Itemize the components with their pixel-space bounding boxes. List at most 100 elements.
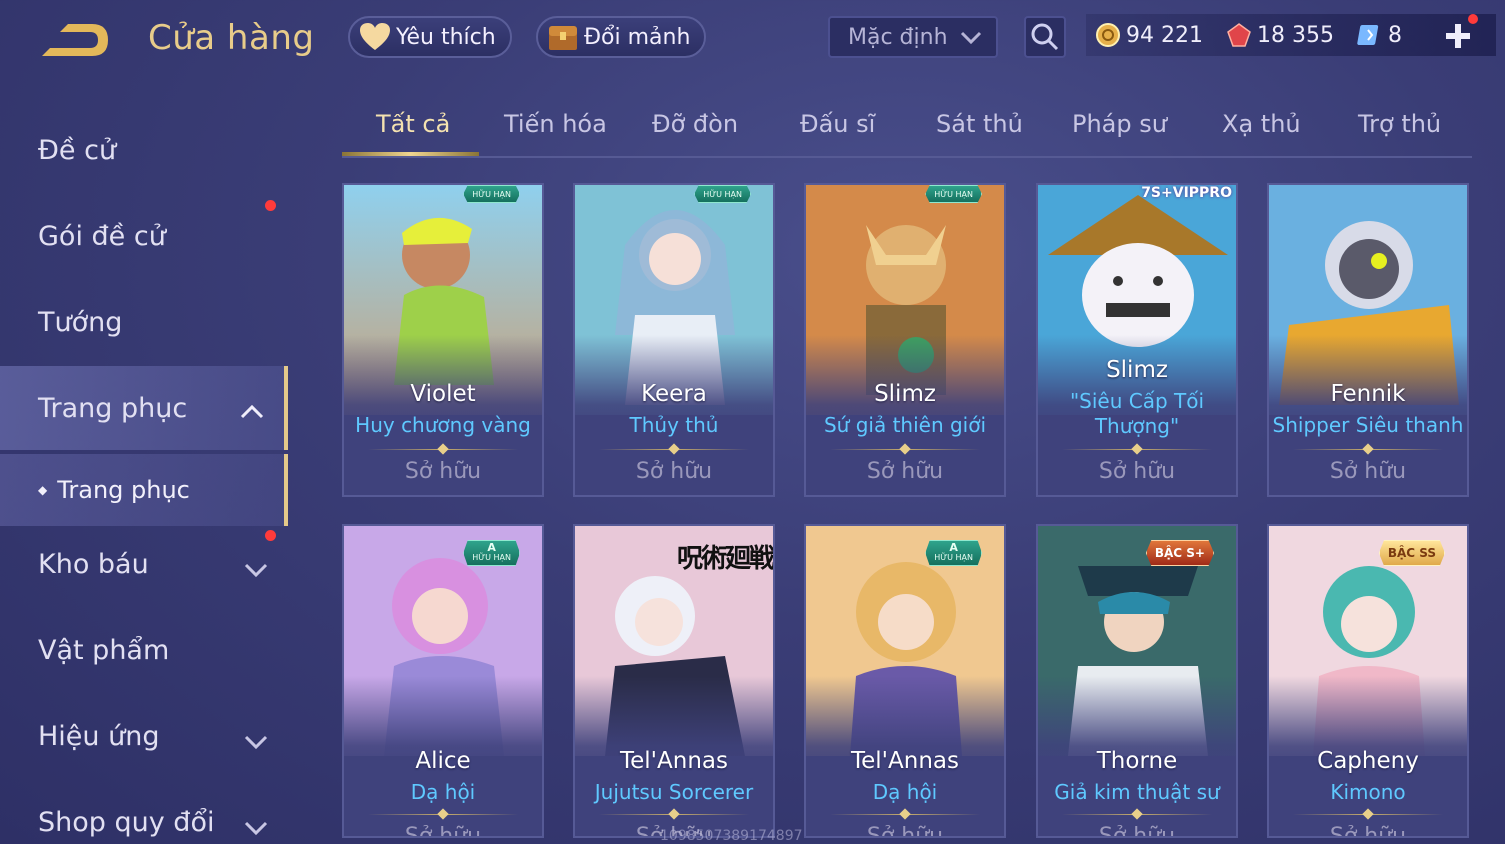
chevron-down-icon	[244, 812, 268, 843]
owned-label: Sở hữu	[866, 459, 944, 484]
tier-badge: BẬC SS	[1378, 540, 1445, 566]
jujutsu-logo: 呪術廻戦	[676, 544, 773, 574]
owned-label: Sở hữu	[866, 824, 944, 838]
sidebar-item-recommended[interactable]: Đề cử	[0, 110, 288, 190]
tab-fighter[interactable]: Đấu sĩ	[800, 110, 875, 138]
hero-name: Tel'Annas	[851, 748, 959, 774]
sidebar-item-items[interactable]: Vật phẩm	[0, 610, 288, 690]
hero-name: Capheny	[1317, 748, 1419, 774]
voucher-value: 8	[1387, 22, 1402, 48]
page-title: Cửa hàng	[148, 18, 315, 58]
skin-card[interactable]: BẬC SS Capheny Kimono Sở hữu	[1267, 524, 1469, 838]
tab-marksman[interactable]: Xạ thủ	[1222, 110, 1301, 138]
hero-name: Keera	[641, 381, 707, 407]
chest-icon	[546, 20, 580, 54]
plus-icon	[1446, 24, 1470, 48]
sidebar-item-heroes[interactable]: Tướng	[0, 282, 288, 362]
sidebar-item-label: Kho báu	[38, 548, 149, 580]
sidebar-item-exchange-shop[interactable]: Shop quy đổi	[0, 782, 288, 844]
sidebar-item-skins[interactable]: Trang phục	[0, 366, 288, 450]
sidebar-item-label: Đề cử	[38, 134, 117, 166]
add-currency-button[interactable]	[1442, 20, 1474, 52]
chevron-down-icon	[960, 28, 982, 53]
gem-currency: 18 355	[1225, 21, 1334, 49]
owned-label: Sở hữu	[1329, 459, 1407, 484]
sidebar-item-label: Gói đề cử	[38, 220, 166, 252]
skin-card[interactable]: A HỮU HẠN Tel'Annas Dạ hội Sở hữu	[804, 524, 1006, 838]
skin-card[interactable]: BẬC S+ Thorne Giả kim thuật sư Sở hữu	[1036, 524, 1238, 838]
search-icon	[1031, 23, 1059, 51]
sort-dropdown[interactable]: Mặc định	[828, 16, 998, 58]
skin-name: Shipper Siêu thanh	[1272, 413, 1464, 437]
skin-grid: HỮU HẠN Violet Huy chương vàng Sở hữu HỮ…	[342, 183, 1472, 844]
search-button[interactable]	[1024, 16, 1066, 58]
chevron-down-icon	[244, 554, 268, 585]
tab-tank[interactable]: Đỡ đòn	[652, 110, 738, 138]
active-tab-indicator	[342, 152, 479, 156]
category-tabs: Tất cả Tiến hóa Đỡ đòn Đấu sĩ Sát thủ Ph…	[342, 100, 1472, 158]
gold-value: 94 221	[1126, 22, 1203, 48]
sidebar-item-effects[interactable]: Hiệu ứng	[0, 696, 288, 776]
exchange-shards-button[interactable]: Đổi mảnh	[536, 16, 707, 58]
hero-name: Fennik	[1330, 381, 1406, 407]
owned-label: Sở hữu	[404, 459, 482, 484]
sidebar-item-treasure[interactable]: Kho báu	[0, 524, 288, 604]
skin-name: Thủy thủ	[629, 413, 719, 437]
exchange-label: Đổi mảnh	[584, 24, 691, 50]
back-arrow-icon	[42, 24, 108, 56]
chevron-up-icon	[240, 396, 264, 427]
skin-card[interactable]: 呪術廻戦 Tel'Annas Jujutsu Sorcerer Sở hữu	[573, 524, 775, 838]
skin-card[interactable]: A HỮU HẠN Alice Dạ hội Sở hữu	[342, 524, 544, 838]
sort-value: Mặc định	[848, 24, 948, 50]
limited-badge: HỮU HẠN	[694, 185, 751, 203]
sidebar-item-label: Tướng	[38, 306, 123, 338]
gem-value: 18 355	[1256, 22, 1334, 48]
skin-name-line2: Thượng"	[1094, 414, 1180, 438]
skin-tag: 7S+VIPPRO	[1141, 185, 1232, 201]
skin-card[interactable]: Fennik Shipper Siêu thanh Sở hữu	[1267, 183, 1469, 497]
hero-name: Slimz	[1106, 357, 1168, 383]
sidebar-subitem-skins[interactable]: ◆ Trang phục	[0, 454, 288, 526]
tab-support[interactable]: Trợ thủ	[1358, 110, 1441, 138]
skin-name: Sứ giả thiên giới	[823, 413, 987, 437]
limited-badge: HỮU HẠN	[925, 185, 982, 203]
skin-name: Huy chương vàng	[355, 413, 531, 437]
skin-card[interactable]: 7S+VIPPRO Slimz "Siêu Cấp Tối Thượng" Sở…	[1036, 183, 1238, 497]
owned-label: Sở hữu	[1098, 824, 1176, 838]
notification-dot	[265, 200, 276, 211]
owned-label: Sở hữu	[404, 824, 482, 838]
sidebar-item-label: Hiệu ứng	[38, 720, 160, 752]
hero-name: Violet	[410, 381, 476, 407]
tab-evolution[interactable]: Tiến hóa	[504, 110, 607, 138]
sidebar-item-recommended-packs[interactable]: Gói đề cử	[0, 196, 288, 276]
favorites-button[interactable]: Yêu thích	[348, 16, 512, 58]
sidebar-item-label: Shop quy đổi	[38, 806, 215, 838]
tab-mage[interactable]: Pháp sư	[1072, 110, 1167, 138]
diamond-bullet-icon: ◆	[38, 483, 48, 497]
gold-currency: 94 221	[1094, 21, 1203, 49]
skin-card[interactable]: HỮU HẠN Violet Huy chương vàng Sở hữu	[342, 183, 544, 497]
sidebar-item-label: Vật phẩm	[38, 634, 170, 666]
heart-icon	[358, 20, 392, 54]
skin-name: Dạ hội	[872, 780, 938, 804]
skin-card[interactable]: HỮU HẠN Slimz Sứ giả thiên giới Sở hữu	[804, 183, 1006, 497]
top-bar: Cửa hàng Yêu thích Đổi mảnh Mặc định 94 …	[0, 0, 1505, 80]
notification-dot	[265, 530, 276, 541]
skin-name: Kimono	[1330, 780, 1406, 804]
watermark: 1098507389174897	[660, 828, 803, 844]
owned-label: Sở hữu	[1329, 824, 1407, 838]
grade-a-limited-badge: A HỮU HẠN	[463, 540, 520, 566]
hero-name: Alice	[415, 748, 471, 774]
owned-label: Sở hữu	[635, 459, 713, 484]
hero-name: Slimz	[874, 381, 936, 407]
back-button[interactable]	[36, 18, 116, 66]
tab-all[interactable]: Tất cả	[376, 110, 450, 138]
skin-name: Dạ hội	[410, 780, 476, 804]
voucher-icon	[1356, 21, 1384, 49]
skin-card[interactable]: HỮU HẠN Keera Thủy thủ Sở hữu	[573, 183, 775, 497]
favorites-label: Yêu thích	[396, 24, 496, 50]
voucher-currency: 8	[1356, 21, 1402, 49]
skin-name: Giả kim thuật sư	[1054, 780, 1220, 804]
tab-assassin[interactable]: Sát thủ	[936, 110, 1023, 138]
hero-name: Thorne	[1096, 748, 1178, 774]
